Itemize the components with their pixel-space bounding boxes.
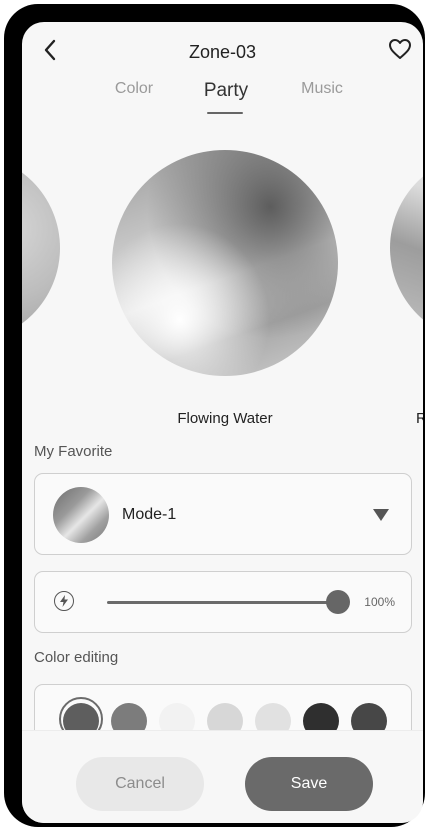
app-screen: Zone-03 Color Party Music Flowing Water … bbox=[22, 22, 423, 823]
effect-name: Flowing Water bbox=[177, 410, 273, 427]
page-title: Zone-03 bbox=[188, 42, 257, 62]
brightness-value: 100% bbox=[364, 595, 395, 609]
effect-preview-current[interactable] bbox=[112, 150, 338, 376]
favorite-section-label: My Favorite bbox=[34, 443, 113, 460]
brightness-slider-handle[interactable] bbox=[326, 590, 350, 614]
device-frame: Zone-03 Color Party Music Flowing Water … bbox=[4, 4, 425, 827]
active-tab-indicator bbox=[207, 112, 243, 114]
cancel-button[interactable]: Cancel bbox=[76, 757, 204, 811]
tab-music[interactable]: Music bbox=[301, 80, 343, 98]
triangle-down-icon[interactable] bbox=[373, 509, 389, 521]
mode-thumbnail bbox=[53, 487, 109, 543]
heart-icon[interactable] bbox=[385, 34, 415, 64]
effect-preview-next[interactable] bbox=[390, 154, 423, 342]
selected-mode: Mode-1 bbox=[122, 506, 177, 523]
tab-color[interactable]: Color bbox=[115, 80, 153, 98]
effect-preview-previous[interactable] bbox=[22, 154, 60, 342]
tab-party[interactable]: Party bbox=[204, 80, 248, 102]
color-editing-label: Color editing bbox=[34, 649, 119, 666]
brightness-control: 100% bbox=[34, 571, 412, 633]
effect-name-next: R bbox=[416, 410, 423, 427]
brightness-slider-track[interactable] bbox=[107, 601, 339, 604]
brightness-icon bbox=[54, 591, 74, 611]
favorite-selector[interactable]: Mode-1 bbox=[34, 473, 412, 555]
header: Zone-03 Color Party Music bbox=[22, 22, 423, 132]
save-button[interactable]: Save bbox=[245, 757, 373, 811]
effect-carousel[interactable]: Flowing Water R bbox=[22, 142, 423, 442]
action-bar: Cancel Save bbox=[22, 730, 423, 823]
